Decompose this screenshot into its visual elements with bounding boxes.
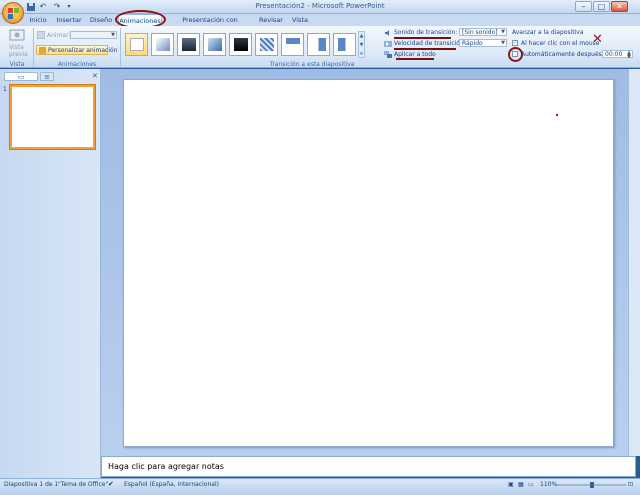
- tab-diseno[interactable]: Diseño: [89, 14, 113, 26]
- transition-speed-label: Velocidad de transición:: [394, 40, 466, 47]
- auto-advance-label: Automáticamente después de:: [521, 51, 614, 58]
- preview-label-1: Vista: [9, 44, 24, 51]
- status-zoom: 110%: [540, 481, 558, 488]
- tab-vista[interactable]: Vista: [290, 14, 310, 26]
- view-normal-icon[interactable]: ▣: [508, 481, 514, 488]
- tab-inicio[interactable]: Inicio: [27, 14, 49, 26]
- on-click-label: Al hacer clic con el mouse: [521, 40, 600, 47]
- transition-cut-button[interactable]: [203, 33, 226, 56]
- auto-advance-time: 00:00: [605, 51, 623, 58]
- vertical-scrollbar[interactable]: [628, 69, 640, 456]
- annotation-underline-speed: [394, 48, 456, 50]
- zoom-slider[interactable]: [556, 482, 626, 488]
- group-separator: [120, 28, 121, 67]
- advance-slide-title: Avanzar a la diapositiva: [512, 29, 584, 36]
- tab-outline[interactable]: ≡: [40, 72, 54, 81]
- fit-window-icon[interactable]: ⊡: [628, 481, 633, 488]
- chevron-down-icon: ▼: [111, 32, 115, 38]
- transition-fade-black-button[interactable]: [177, 33, 200, 56]
- save-icon[interactable]: [26, 2, 36, 12]
- chevron-down-icon: ▼: [501, 40, 505, 46]
- on-click-checkbox[interactable]: ✓: [512, 40, 518, 46]
- custom-animation-label: Personalizar animación: [48, 47, 118, 54]
- speed-icon: [384, 40, 392, 48]
- custom-animation-icon: [39, 47, 46, 54]
- tab-insertar[interactable]: Insertar: [55, 14, 83, 26]
- transition-sound-label: Sonido de transición:: [394, 29, 458, 36]
- qat-dropdown-icon[interactable]: ▾: [64, 2, 74, 12]
- office-logo-icon: [8, 8, 19, 19]
- view-sorter-icon[interactable]: ▦: [518, 481, 524, 488]
- preview-icon[interactable]: [8, 29, 26, 43]
- spinner-icon: ▲ ▼: [627, 50, 631, 60]
- auto-advance-time-input[interactable]: 00:00 ▲ ▼: [602, 50, 633, 60]
- apply-all-button[interactable]: Aplicar a todo: [394, 51, 436, 58]
- transition-none-button[interactable]: [125, 33, 148, 56]
- notes-pane[interactable]: Haga clic para agregar notas: [101, 456, 636, 477]
- preview-label-2: previa: [9, 51, 28, 58]
- status-slide-count: Diapositiva 1 de 1: [4, 481, 59, 488]
- animate-select[interactable]: ▼: [70, 31, 117, 39]
- slide-canvas[interactable]: [123, 79, 614, 447]
- transition-dissolve-button[interactable]: [255, 33, 278, 56]
- redo-icon[interactable]: ↷: [52, 2, 62, 12]
- transition-cut-black-button[interactable]: [229, 33, 252, 56]
- transition-wipe-left-button[interactable]: [307, 33, 330, 56]
- slide-thumbnail[interactable]: [10, 85, 95, 149]
- tab-presentacion[interactable]: Presentación con diapositivas: [168, 14, 252, 36]
- window-title: Presentación2 - Microsoft PowerPoint: [255, 2, 385, 10]
- undo-icon[interactable]: ↶: [38, 2, 48, 12]
- slide-thumb-number: 1: [3, 86, 7, 93]
- transition-fade-button[interactable]: [151, 33, 174, 56]
- tab-slides[interactable]: ▭: [4, 72, 38, 81]
- group-label-animations: Animaciones: [57, 61, 97, 68]
- transition-speed-value: Rápido: [462, 40, 483, 47]
- sound-icon: [384, 29, 392, 37]
- group-label-transition: Transición a esta diapositiva: [269, 61, 355, 68]
- office-button[interactable]: [2, 2, 24, 24]
- maximize-button[interactable]: □: [593, 1, 610, 12]
- annotation-x-mark: ✕: [592, 32, 603, 47]
- panel-close-icon[interactable]: ✕: [92, 72, 100, 80]
- group-label-preview: Vista pre...: [9, 61, 25, 75]
- animate-icon: [36, 30, 46, 40]
- gallery-scroll[interactable]: ▲ ▼ ≡: [358, 31, 365, 58]
- annotation-underline-apply: [396, 58, 434, 60]
- transition-sound-select[interactable]: [Sin sonido] ▼: [459, 28, 507, 36]
- apply-all-icon: [384, 51, 392, 59]
- animate-label: Animar:: [47, 32, 71, 39]
- view-slideshow-icon[interactable]: ▭: [528, 481, 534, 488]
- transition-sound-value: [Sin sonido]: [462, 29, 498, 36]
- transition-speed-select[interactable]: Rápido ▼: [459, 39, 507, 47]
- transition-wipe-right-button[interactable]: [333, 33, 356, 56]
- spellcheck-icon[interactable]: ✔: [108, 480, 114, 488]
- custom-animation-button[interactable]: Personalizar animación: [36, 45, 117, 55]
- status-language: Español (España, internacional): [124, 481, 219, 488]
- slide-dot: [556, 114, 558, 116]
- tab-revisar[interactable]: Revisar: [258, 14, 284, 26]
- minimize-button[interactable]: –: [575, 1, 592, 12]
- annotation-underline-sound: [394, 37, 451, 39]
- status-theme: "Tema de Office": [58, 481, 109, 488]
- chevron-down-icon: ▼: [501, 29, 505, 35]
- title-bar: Presentación2 - Microsoft PowerPoint – □…: [0, 0, 640, 14]
- transition-wipe-down-button[interactable]: [281, 33, 304, 56]
- close-button[interactable]: ✕: [611, 1, 628, 12]
